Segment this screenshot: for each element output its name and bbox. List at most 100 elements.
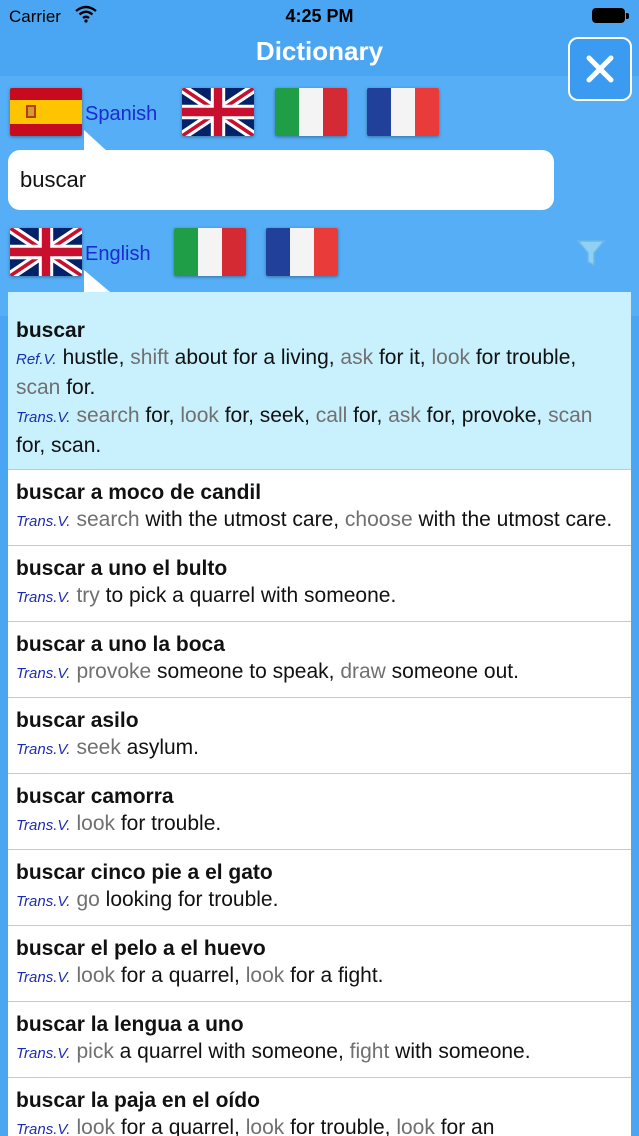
linked-word[interactable]: look bbox=[396, 1116, 435, 1136]
definition-text: looking for trouble. bbox=[99, 888, 279, 911]
part-of-speech-tag: Trans.V. bbox=[16, 741, 71, 758]
part-of-speech-tag: Trans.V. bbox=[16, 893, 71, 910]
entry-sense: Trans.V. look for a quarrel, look for tro… bbox=[16, 1114, 623, 1136]
definition-text: for an bbox=[434, 1116, 495, 1136]
definition-text: for a quarrel, bbox=[115, 1116, 246, 1136]
definition-text: with someone. bbox=[389, 1040, 531, 1063]
part-of-speech-tag: Trans.V. bbox=[16, 1121, 71, 1136]
entry-headword: buscar la lengua a uno bbox=[16, 1013, 244, 1036]
entry-headword: buscar a uno el bulto bbox=[16, 557, 228, 580]
definition-text: for, seek, bbox=[218, 404, 316, 427]
definition-text: for trouble, bbox=[284, 1116, 397, 1136]
target-language-label: English bbox=[85, 243, 151, 265]
linked-word[interactable]: scan bbox=[16, 376, 60, 399]
definition-text: with the utmost care, bbox=[139, 508, 345, 531]
part-of-speech-tag: Ref.V. bbox=[16, 351, 57, 368]
linked-word[interactable]: go bbox=[76, 888, 99, 911]
linked-word[interactable]: shift bbox=[130, 346, 169, 369]
linked-word[interactable]: seek bbox=[76, 736, 120, 759]
flag-spain-icon[interactable] bbox=[10, 88, 82, 136]
definition-text: someone out. bbox=[385, 660, 519, 683]
close-icon bbox=[586, 55, 614, 83]
flag-italy-icon[interactable] bbox=[275, 88, 347, 136]
linked-word[interactable]: draw bbox=[340, 660, 386, 683]
linked-word[interactable]: look bbox=[431, 346, 470, 369]
definition-text: someone to speak, bbox=[151, 660, 341, 683]
definition-text: for it, bbox=[373, 346, 432, 369]
linked-word[interactable]: call bbox=[316, 404, 348, 427]
linked-word[interactable]: look bbox=[246, 1116, 285, 1136]
list-item[interactable]: buscar la lengua a uno Trans.V. pick a qua… bbox=[8, 1002, 631, 1078]
entry-sense: Trans.V. seek asylum. bbox=[16, 734, 623, 764]
linked-word[interactable]: ask bbox=[340, 346, 373, 369]
definition-text: to pick a quarrel with someone. bbox=[99, 584, 397, 607]
flag-france-icon[interactable] bbox=[266, 228, 338, 276]
flag-france-icon[interactable] bbox=[367, 88, 439, 136]
list-item[interactable]: buscar a uno el bulto Trans.V. try to pick… bbox=[8, 546, 631, 622]
part-of-speech-tag: Trans.V. bbox=[16, 409, 71, 426]
definition-text: for a fight. bbox=[284, 964, 384, 987]
definition-text: with the utmost care. bbox=[412, 508, 613, 531]
linked-word[interactable]: look bbox=[180, 404, 219, 427]
linked-word[interactable]: choose bbox=[345, 508, 413, 531]
definition-text: a quarrel with someone, bbox=[113, 1040, 350, 1063]
linked-word[interactable]: search bbox=[76, 404, 139, 427]
linked-word[interactable]: scan bbox=[548, 404, 592, 427]
linked-word[interactable]: look bbox=[76, 812, 115, 835]
list-item[interactable]: buscar cinco pie a el gato Trans.V. go loo… bbox=[8, 850, 631, 926]
part-of-speech-tag: Trans.V. bbox=[16, 969, 71, 986]
entry-sense: Trans.V. look for trouble. bbox=[16, 810, 623, 840]
result-list[interactable]: buscar Ref.V. hustle, shift about for a li… bbox=[8, 292, 631, 1136]
linked-word[interactable]: pick bbox=[76, 1040, 113, 1063]
entry-sense: Trans.V. provoke someone to speak, draw s… bbox=[16, 658, 623, 688]
entry-sense: Trans.V. search with the utmost care, cho… bbox=[16, 506, 623, 536]
list-item[interactable]: buscar a moco de candil Trans.V. search wi… bbox=[8, 470, 631, 546]
part-of-speech-tag: Trans.V. bbox=[16, 589, 71, 606]
part-of-speech-tag: Trans.V. bbox=[16, 665, 71, 682]
flag-italy-icon[interactable] bbox=[174, 228, 246, 276]
part-of-speech-tag: Trans.V. bbox=[16, 1045, 71, 1062]
linked-word[interactable]: fight bbox=[350, 1040, 390, 1063]
entry-sense: Ref.V. hustle, shift about for a living, … bbox=[16, 344, 623, 402]
definition-text: asylum. bbox=[120, 736, 200, 759]
linked-word[interactable]: search bbox=[76, 508, 139, 531]
definition-text: for, bbox=[139, 404, 181, 427]
part-of-speech-tag: Trans.V. bbox=[16, 513, 71, 530]
definition-text: hustle, bbox=[62, 346, 131, 369]
status-bar: Carrier 4:25 PM bbox=[0, 0, 639, 34]
entry-sense: Trans.V. search for, look for, seek, call… bbox=[16, 402, 623, 460]
entry-sense: Trans.V. go looking for trouble. bbox=[16, 886, 623, 916]
list-item[interactable]: buscar el pelo a el huevo Trans.V. look fo… bbox=[8, 926, 631, 1002]
linked-word[interactable]: ask bbox=[388, 404, 421, 427]
entry-sense: Trans.V. try to pick a quarrel with someo… bbox=[16, 582, 623, 612]
entry-headword: buscar a moco de candil bbox=[16, 481, 262, 504]
linked-word[interactable]: look bbox=[76, 964, 115, 987]
list-item[interactable]: buscar a uno la boca Trans.V. provoke some… bbox=[8, 622, 631, 698]
list-item[interactable]: buscar la paja en el oído Trans.V. look fo… bbox=[8, 1078, 631, 1136]
entry-headword: buscar a uno la boca bbox=[16, 633, 225, 656]
definition-text: about for a living, bbox=[168, 346, 341, 369]
page-title: Dictionary bbox=[255, 36, 384, 66]
close-button[interactable] bbox=[568, 37, 632, 101]
definition-text: for. bbox=[60, 376, 96, 399]
bubble-tail bbox=[84, 130, 108, 152]
search-input[interactable] bbox=[20, 160, 540, 200]
list-item[interactable]: buscar camorra Trans.V. look for trouble. bbox=[8, 774, 631, 850]
filter-icon[interactable] bbox=[576, 238, 606, 268]
battery-icon bbox=[592, 8, 629, 25]
list-item[interactable]: buscar asilo Trans.V. seek asylum. bbox=[8, 698, 631, 774]
flag-uk-icon[interactable] bbox=[10, 228, 82, 276]
definition-text: for trouble, bbox=[470, 346, 577, 369]
linked-word[interactable]: provoke bbox=[76, 660, 151, 683]
flag-uk-icon[interactable] bbox=[182, 88, 254, 136]
entry-headword: buscar el pelo a el huevo bbox=[16, 937, 266, 960]
part-of-speech-tag: Trans.V. bbox=[16, 817, 71, 834]
linked-word[interactable]: look bbox=[246, 964, 285, 987]
definition-text: for trouble. bbox=[115, 812, 222, 835]
list-item[interactable]: buscar Ref.V. hustle, shift about for a li… bbox=[8, 292, 631, 470]
definition-text: for a quarrel, bbox=[115, 964, 246, 987]
entry-headword: buscar cinco pie a el gato bbox=[16, 861, 273, 884]
linked-word[interactable]: try bbox=[76, 584, 99, 607]
entry-headword: buscar asilo bbox=[16, 709, 139, 732]
linked-word[interactable]: look bbox=[76, 1116, 115, 1136]
